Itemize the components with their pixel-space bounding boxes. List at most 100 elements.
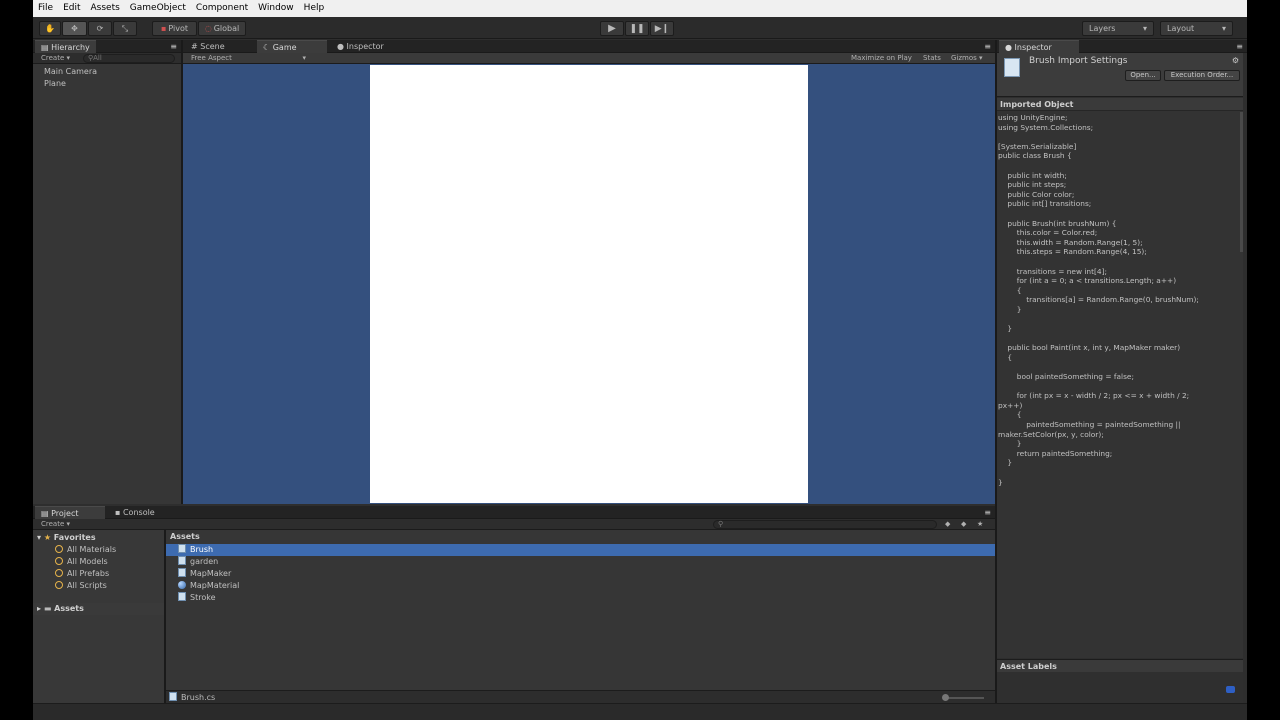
project-toolbar: Create ▾ ⚲ ◆ ◆ ★ [33,519,995,530]
menu-gameobject[interactable]: GameObject [125,0,191,17]
menu-window[interactable]: Window [253,0,299,17]
layers-dropdown[interactable]: Layers ▾ [1082,21,1154,36]
game-view[interactable] [183,64,995,504]
asset-item-label: garden [190,557,219,566]
scene-tab-label: Scene [200,42,225,51]
material-icon [178,581,186,589]
project-create-button[interactable]: Create ▾ [41,519,70,530]
asset-item-stroke[interactable]: Stroke [166,592,995,604]
tab-inspector-secondary[interactable]: ● Inspector [331,40,390,53]
project-tab-label: Project [51,509,79,518]
step-button[interactable]: ▶❙ [650,21,674,36]
code-line: public int width; [998,170,1067,180]
favorite-all-materials[interactable]: All Materials [33,544,164,556]
favorite-all-models-label: All Models [67,557,108,566]
filter-label-icon[interactable]: ◆ [961,519,966,530]
asset-item-brush[interactable]: Brush [166,544,995,556]
panel-menu-icon[interactable]: ≡ [1236,40,1243,53]
gizmos-toggle[interactable]: Gizmos ▾ [951,53,983,64]
inspector-body: Imported Object using UnityEngine; using … [997,98,1243,658]
slider-thumb[interactable] [942,694,949,701]
tab-hierarchy[interactable]: ▤ Hierarchy [35,40,96,53]
hand-icon: ✋ [45,24,55,33]
chevron-down-icon: ▾ [1221,24,1226,33]
code-line: } [998,304,1022,314]
global-toggle[interactable]: ◌ Global [198,21,246,36]
tab-inspector[interactable]: ● Inspector [999,40,1079,53]
search-icon [55,545,63,553]
favorite-all-models[interactable]: All Models [33,556,164,568]
icon-size-slider[interactable] [944,697,984,699]
asset-item-label: MapMaterial [190,581,240,590]
project-search-input[interactable]: ⚲ [713,520,937,529]
code-line: { [998,410,1022,420]
layout-dropdown[interactable]: Layout ▾ [1160,21,1233,36]
code-line: using UnityEngine; [998,113,1068,122]
menu-assets[interactable]: Assets [86,0,125,17]
scale-icon: ⤡ [121,23,129,33]
code-line: public bool Paint(int x, int y, MapMaker… [998,343,1181,353]
rotate-icon: ⟳ [96,24,104,33]
game-canvas [370,65,808,503]
panel-menu-icon[interactable]: ≡ [984,506,991,519]
tab-scene[interactable]: # Scene [185,40,231,53]
play-button[interactable]: ▶ [600,21,624,36]
code-line: { [998,352,1013,362]
global-icon: ◌ [204,24,212,33]
code-line: using System.Collections; [998,122,1094,132]
hierarchy-search-input[interactable]: ⚲All [83,54,175,63]
unity-editor-window: File Edit Assets GameObject Component Wi… [33,0,1247,720]
open-button[interactable]: Open... [1125,70,1161,81]
code-line: public int steps; [998,180,1067,190]
rotate-tool-button[interactable]: ⟳ [88,21,112,36]
hierarchy-tabbar: ▤ Hierarchy ≡ [33,40,181,53]
favorite-all-prefabs[interactable]: All Prefabs [33,568,164,580]
expand-arrow-icon: ▾ [37,533,44,542]
project-folder-tree: ▾ ★ Favorites All Materials All Models A… [33,530,164,703]
panel-menu-icon[interactable]: ≡ [984,40,991,53]
code-line: maker.SetColor(px, y, color); [998,429,1104,439]
tab-game[interactable]: ☾ Game [257,40,327,53]
stats-toggle[interactable]: Stats [923,53,941,64]
menu-component[interactable]: Component [191,0,253,17]
panel-menu-icon[interactable]: ≡ [170,40,177,53]
search-icon [55,557,63,565]
menu-file[interactable]: File [33,0,58,17]
tab-console[interactable]: ▪ Console [109,506,161,519]
star-icon: ★ [43,533,54,542]
hierarchy-item-main-camera[interactable]: Main Camera [33,66,181,78]
filter-type-icon[interactable]: ◆ [945,519,950,530]
scale-tool-button[interactable]: ⤡ [113,21,137,36]
hierarchy-icon: ▤ [41,43,52,52]
favorite-star-icon[interactable]: ★ [977,519,983,530]
pause-button[interactable]: ❚❚ [625,21,649,36]
asset-item-mapmaterial[interactable]: MapMaterial [166,580,995,592]
menu-help[interactable]: Help [299,0,330,17]
hierarchy-create-label: Create [41,54,65,62]
asset-item-garden[interactable]: garden [166,556,995,568]
favorites-group[interactable]: ▾ ★ Favorites [33,532,164,544]
favorite-all-scripts[interactable]: All Scripts [33,580,164,592]
asset-item-mapmaker[interactable]: MapMaker [166,568,995,580]
hierarchy-create-button[interactable]: Create ▾ [41,53,70,64]
selected-file-name: Brush.cs [181,693,216,702]
hierarchy-item-plane[interactable]: Plane [33,78,181,90]
favorites-label: Favorites [53,533,96,542]
hand-tool-button[interactable]: ✋ [39,21,61,36]
maximize-on-play-toggle[interactable]: Maximize on Play [851,53,912,64]
execution-order-button[interactable]: Execution Order... [1164,70,1240,81]
assets-root-folder[interactable]: ▸ ▬ Assets [33,603,164,615]
code-line: } [998,458,1013,468]
label-tag-icon[interactable] [1226,686,1235,693]
toolbar: ✋ ✥ ⟳ ⤡ ▪ Pivot ◌ Global ▶ ❚❚ ▶❙ Layers ▾ L… [33,17,1247,39]
expand-arrow-icon: ▸ [37,604,44,613]
inspector-scrollbar[interactable] [1240,112,1243,252]
aspect-dropdown[interactable]: Free Aspect ▾ [191,53,306,64]
gear-icon[interactable]: ⚙ [1232,56,1239,65]
menu-edit[interactable]: Edit [58,0,85,17]
move-tool-button[interactable]: ✥ [62,21,87,36]
tab-project[interactable]: ▤ Project [35,506,105,519]
pivot-toggle[interactable]: ▪ Pivot [152,21,197,36]
